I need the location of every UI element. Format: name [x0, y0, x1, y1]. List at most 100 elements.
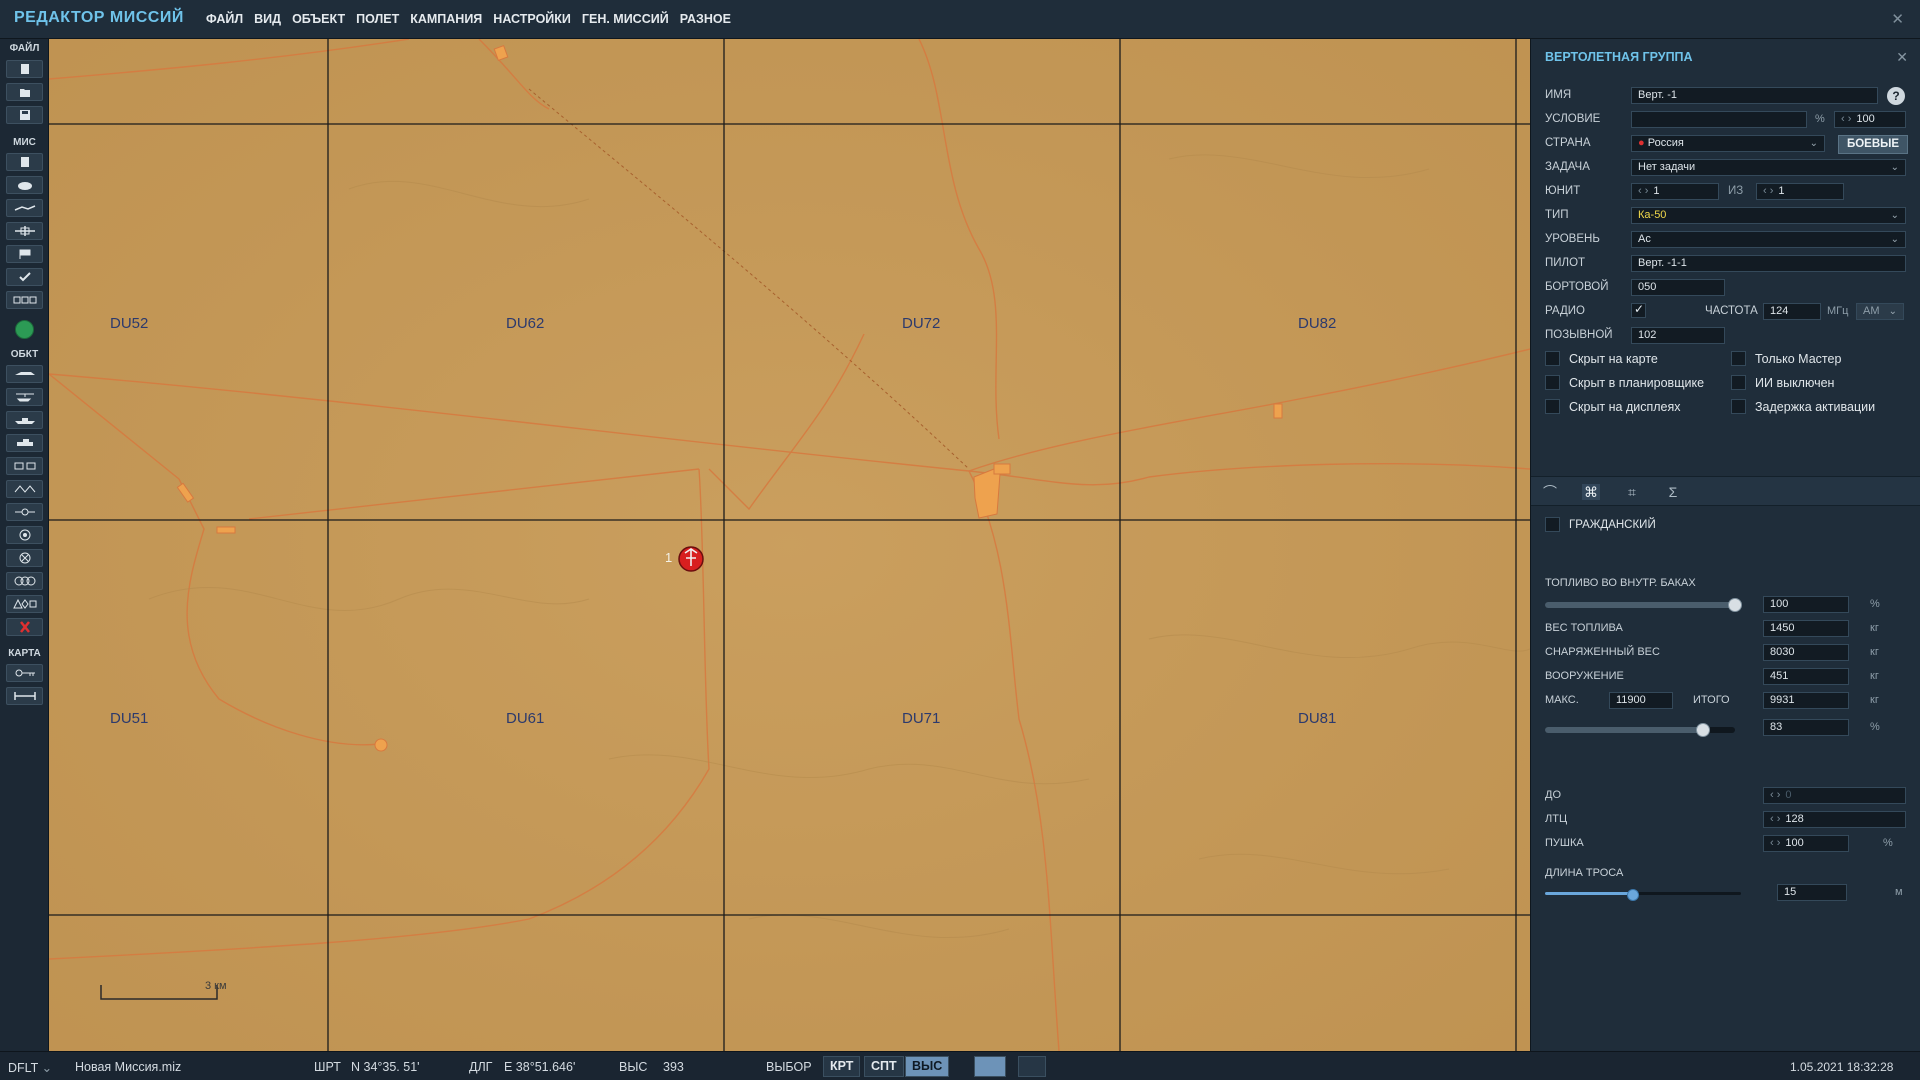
- latitude-label: ШРТ: [314, 1060, 341, 1074]
- frequency-unit: МГц: [1827, 305, 1849, 317]
- close-icon[interactable]: ✕: [1891, 10, 1904, 28]
- hidden-in-planner-label: Скрыт в планировщике: [1569, 376, 1705, 390]
- country-select[interactable]: ● Россия ⌄: [1631, 135, 1825, 152]
- route-tool-icon[interactable]: [6, 199, 43, 217]
- gun-label: ПУШКА: [1545, 837, 1584, 849]
- civil-checkbox[interactable]: [1545, 517, 1560, 532]
- groups-icon[interactable]: [6, 572, 43, 590]
- target-icon[interactable]: [6, 526, 43, 544]
- properties-icon[interactable]: ⌗: [1623, 484, 1641, 500]
- altitude-mode-button[interactable]: ВЫС: [905, 1056, 950, 1077]
- fuel-slider[interactable]: [1545, 598, 1742, 612]
- unit-of-stepper[interactable]: ‹ › 1: [1756, 183, 1844, 200]
- stepper-arrows-icon[interactable]: ‹ ›: [1770, 789, 1780, 801]
- hidden-in-planner-checkbox[interactable]: [1545, 375, 1560, 390]
- hidden-on-map-checkbox[interactable]: [1545, 351, 1560, 366]
- pilot-field[interactable]: Верт. -1-1: [1631, 255, 1906, 272]
- map-mode-button[interactable]: КРТ: [823, 1056, 861, 1077]
- map-options-icon[interactable]: [6, 664, 43, 682]
- grid-label-du52: DU52: [110, 315, 149, 332]
- combat-button[interactable]: БОЕВЫЕ: [1838, 135, 1908, 154]
- menu-flight[interactable]: ПОЛЕТ: [356, 12, 399, 26]
- satellite-mode-button[interactable]: СПТ: [864, 1056, 904, 1077]
- waypoint-icon[interactable]: [6, 503, 43, 521]
- ai-off-checkbox[interactable]: [1731, 375, 1746, 390]
- tail-number-field[interactable]: 050: [1631, 279, 1725, 296]
- task-select[interactable]: Нет задачи ⌄: [1631, 159, 1906, 176]
- menu-mission-gen[interactable]: ГЕН. МИССИЙ: [582, 12, 669, 26]
- airplane-icon[interactable]: [6, 365, 43, 383]
- close-icon[interactable]: ✕: [1896, 49, 1908, 66]
- fuel-weight-field[interactable]: 1450: [1763, 620, 1849, 637]
- payload-icon[interactable]: ⌘: [1582, 484, 1600, 500]
- condition-field[interactable]: [1631, 111, 1807, 128]
- hidden-on-map-label: Скрыт на карте: [1569, 352, 1658, 366]
- callsign-field[interactable]: 102: [1631, 327, 1725, 344]
- summary-icon[interactable]: Σ: [1664, 484, 1682, 500]
- task-value: Нет задачи: [1638, 161, 1696, 173]
- condition-pct-stepper[interactable]: ‹ › 100: [1834, 111, 1906, 128]
- route-icon[interactable]: ⌒: [1541, 484, 1559, 500]
- ship-icon[interactable]: [6, 411, 43, 429]
- do-label: ДО: [1545, 789, 1562, 801]
- help-icon[interactable]: ?: [1887, 87, 1905, 105]
- open-folder-icon[interactable]: [6, 83, 43, 101]
- template-icon[interactable]: [6, 480, 43, 498]
- menu-settings[interactable]: НАСТРОЙКИ: [493, 12, 571, 26]
- settings-icon[interactable]: [1018, 1056, 1046, 1077]
- profile-value: DFLT: [8, 1061, 39, 1075]
- do-stepper[interactable]: ‹ › 0: [1763, 787, 1906, 804]
- trigger-zone-icon[interactable]: [6, 222, 43, 240]
- menu-view[interactable]: ВИД: [254, 12, 281, 26]
- weapons-weight-label: ВООРУЖЕНИЕ: [1545, 670, 1624, 682]
- briefing-icon[interactable]: [6, 153, 43, 171]
- fly-mission-icon[interactable]: [15, 320, 34, 339]
- do-value: 0: [1785, 789, 1792, 801]
- hidden-on-displays-checkbox[interactable]: [1545, 399, 1560, 414]
- ltc-stepper[interactable]: ‹ › 128: [1763, 811, 1906, 828]
- static-object-icon[interactable]: [6, 457, 43, 475]
- frequency-field[interactable]: 124: [1763, 303, 1821, 320]
- stepper-arrows-icon[interactable]: ‹ ›: [1770, 837, 1780, 849]
- weather-icon[interactable]: [6, 176, 43, 194]
- name-field[interactable]: Верт. -1: [1631, 87, 1878, 104]
- modulation-select[interactable]: AM ⌄: [1856, 303, 1904, 320]
- delete-icon[interactable]: [6, 618, 43, 636]
- ruler-icon[interactable]: [6, 687, 43, 705]
- map-view[interactable]: DU52 DU62 DU72 DU82 DU51 DU61 DU71 DU81 …: [49, 39, 1530, 1051]
- unit-stepper[interactable]: ‹ › 1: [1631, 183, 1719, 200]
- profile-select[interactable]: DFLT ⌄: [8, 1060, 52, 1075]
- fuel-pct-field[interactable]: 100: [1763, 596, 1849, 613]
- check-icon[interactable]: [6, 268, 43, 286]
- save-icon[interactable]: [6, 106, 43, 124]
- gun-stepper[interactable]: ‹ › 100: [1763, 835, 1849, 852]
- rope-slider-knob[interactable]: [1627, 889, 1640, 901]
- stepper-arrows-icon[interactable]: ‹ ›: [1763, 185, 1773, 197]
- menu-campaign[interactable]: КАМПАНИЯ: [410, 12, 482, 26]
- master-only-checkbox[interactable]: [1731, 351, 1746, 366]
- main-menu: ФАЙЛ ВИД ОБЪЕКТ ПОЛЕТ КАМПАНИЯ НАСТРОЙКИ…: [206, 12, 731, 26]
- modulation-value: AM: [1863, 305, 1880, 317]
- menu-file[interactable]: ФАЙЛ: [206, 12, 243, 26]
- menu-misc[interactable]: РАЗНОЕ: [680, 12, 731, 26]
- late-activation-checkbox[interactable]: [1731, 399, 1746, 414]
- rope-length-field[interactable]: 15: [1777, 884, 1847, 901]
- stepper-arrows-icon[interactable]: ‹ ›: [1770, 813, 1780, 825]
- fuel-slider-knob[interactable]: [1728, 598, 1742, 612]
- shapes-icon[interactable]: [6, 595, 43, 613]
- zone-icon[interactable]: [6, 549, 43, 567]
- stepper-arrows-icon[interactable]: ‹ ›: [1841, 113, 1851, 125]
- vehicle-icon[interactable]: [6, 434, 43, 452]
- map-filter-icon[interactable]: [974, 1056, 1006, 1077]
- level-select[interactable]: Ас ⌄: [1631, 231, 1906, 248]
- helicopter-unit-icon: [678, 546, 704, 572]
- rope-slider[interactable]: [1545, 889, 1741, 901]
- stepper-arrows-icon[interactable]: ‹ ›: [1638, 185, 1648, 197]
- menu-object[interactable]: ОБЪЕКТ: [292, 12, 345, 26]
- helicopter-icon[interactable]: [6, 388, 43, 406]
- new-mission-icon[interactable]: [6, 60, 43, 78]
- triggers-icon[interactable]: [6, 291, 43, 309]
- radio-checkbox[interactable]: [1631, 302, 1646, 318]
- type-select[interactable]: Ка-50 ⌄: [1631, 207, 1906, 224]
- flag-icon[interactable]: [6, 245, 43, 263]
